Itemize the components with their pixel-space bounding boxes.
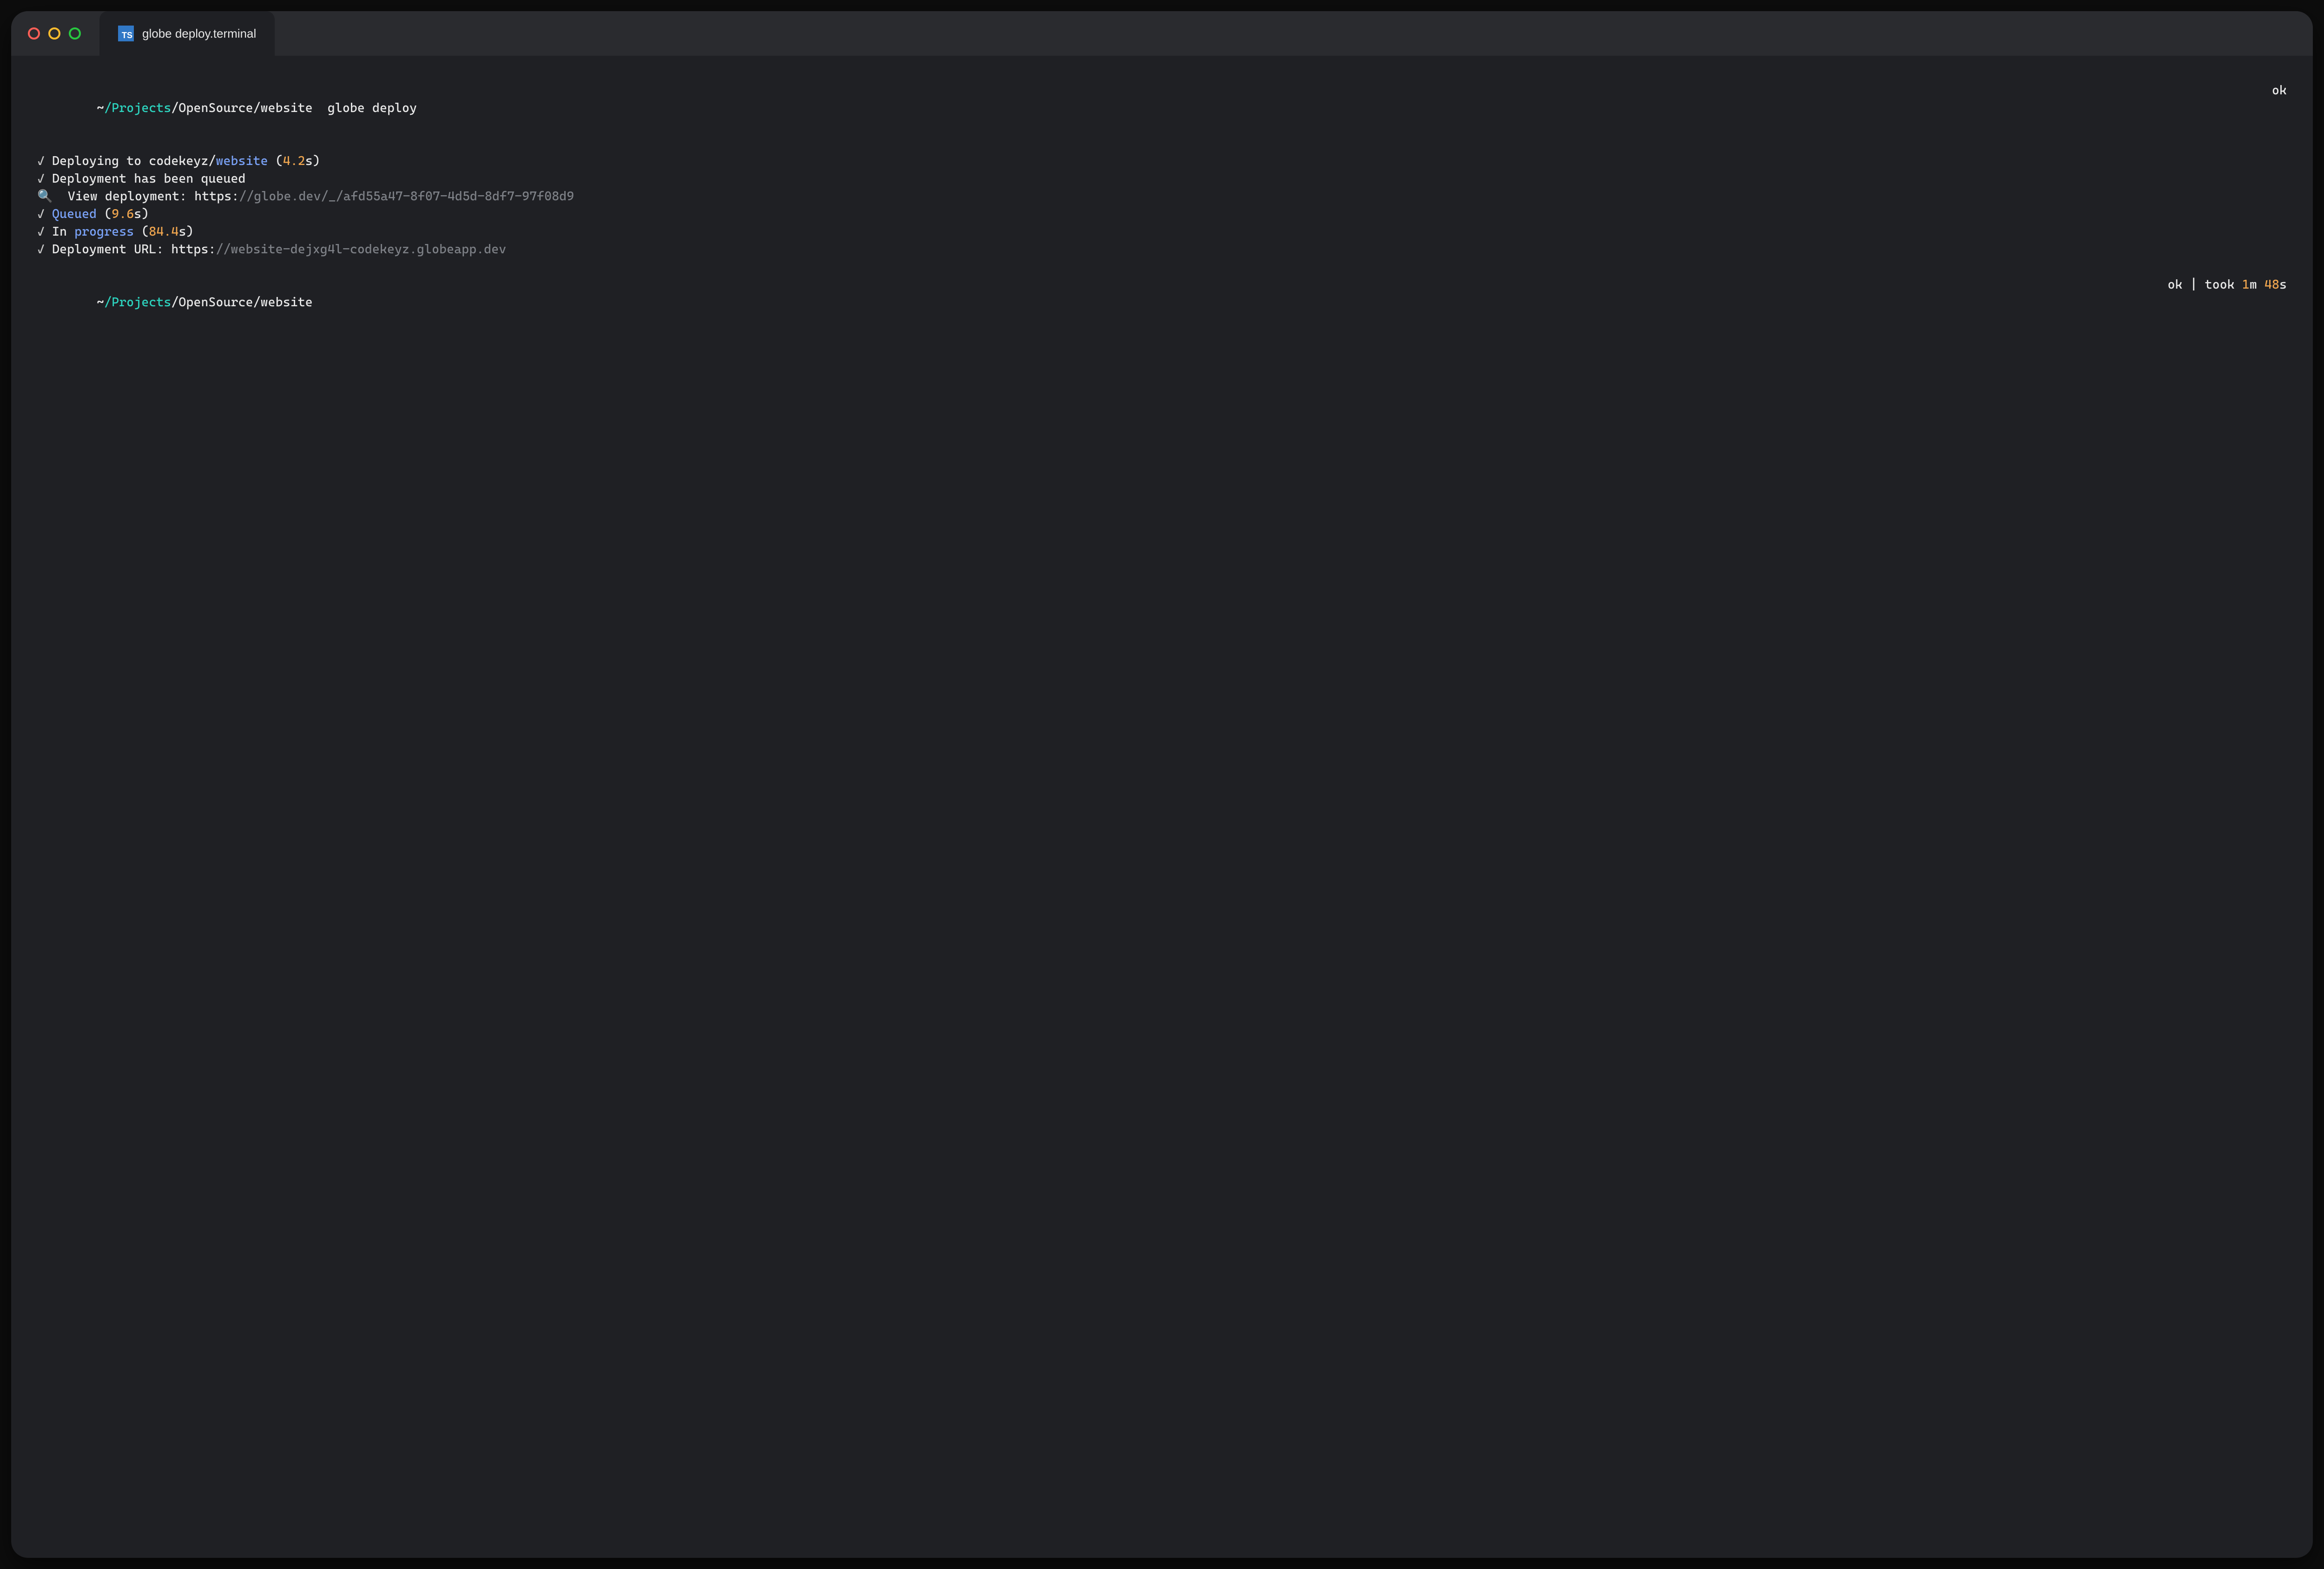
output-text: View deployment: https: bbox=[53, 188, 239, 205]
window-controls bbox=[28, 27, 81, 40]
tab-terminal[interactable]: TS globe deploy.terminal bbox=[99, 11, 275, 56]
check-icon: ✓ bbox=[37, 170, 45, 188]
prompt-slash: / bbox=[104, 101, 112, 115]
deployment-url[interactable]: //website-dejxg4l-codekeyz.globeapp.dev bbox=[216, 241, 507, 258]
output-duration: 9.6 bbox=[112, 205, 134, 223]
prompt-tilde: ~ bbox=[97, 101, 104, 115]
status-right: ok | took 1m 48s bbox=[2168, 276, 2287, 294]
prompt-slash: / bbox=[104, 295, 112, 310]
titlebar: TS globe deploy.terminal bbox=[11, 11, 2313, 56]
check-icon: ✓ bbox=[37, 205, 45, 223]
output-line: ✓ Deployment has been queued bbox=[37, 170, 2287, 188]
prompt-line: ~/Projects/OpenSource/website globe depl… bbox=[37, 82, 2287, 135]
output-text: Deploying to codekeyz/ bbox=[45, 152, 216, 170]
prompt-line: ~/Projects/OpenSource/website ok | took … bbox=[37, 276, 2287, 329]
prompt-path: /OpenSource/website bbox=[171, 295, 312, 310]
deployment-url[interactable]: //globe.dev/_/afd55a47-8f07-4d5d-8df7-97… bbox=[239, 188, 574, 205]
output-duration: 84.4 bbox=[149, 223, 178, 241]
output-text: Deployment URL: https: bbox=[45, 241, 216, 258]
prompt-path: /OpenSource/website bbox=[171, 101, 312, 115]
output-line: ✓ Queued (9.6s) bbox=[37, 205, 2287, 223]
close-icon[interactable] bbox=[28, 27, 40, 40]
output-progress: progress bbox=[74, 223, 134, 241]
output-website: website bbox=[216, 152, 268, 170]
search-icon: 🔍 bbox=[37, 188, 53, 205]
prompt-tilde: ~ bbox=[97, 295, 104, 310]
prompt-command: globe deploy bbox=[328, 101, 417, 115]
output-queued: Queued bbox=[52, 205, 97, 223]
check-icon: ✓ bbox=[37, 241, 45, 258]
output-line: ✓ In progress (84.4s) bbox=[37, 223, 2287, 241]
output-duration: 4.2 bbox=[283, 152, 305, 170]
output-line: ✓ Deployment URL: https://website-dejxg4… bbox=[37, 241, 2287, 258]
prompt-projects: Projects bbox=[112, 101, 171, 115]
status-ok: ok bbox=[2168, 276, 2183, 294]
tab-title: globe deploy.terminal bbox=[142, 26, 256, 41]
output-text: Deployment has been queued bbox=[45, 170, 246, 188]
output-line: ✓ Deploying to codekeyz/website (4.2s) bbox=[37, 152, 2287, 170]
elapsed-min: 1 bbox=[2242, 276, 2250, 294]
zoom-icon[interactable] bbox=[69, 27, 81, 40]
check-icon: ✓ bbox=[37, 223, 45, 241]
terminal-body[interactable]: ~/Projects/OpenSource/website globe depl… bbox=[11, 56, 2313, 1558]
prompt-projects: Projects bbox=[112, 295, 171, 310]
terminal-window: TS globe deploy.terminal ~/Projects/Open… bbox=[11, 11, 2313, 1558]
status-ok: ok bbox=[2272, 82, 2287, 99]
elapsed-sec: 48 bbox=[2265, 276, 2279, 294]
typescript-icon: TS bbox=[118, 26, 134, 41]
minimize-icon[interactable] bbox=[48, 27, 60, 40]
check-icon: ✓ bbox=[37, 152, 45, 170]
output-line: 🔍 View deployment: https://globe.dev/_/a… bbox=[37, 188, 2287, 205]
